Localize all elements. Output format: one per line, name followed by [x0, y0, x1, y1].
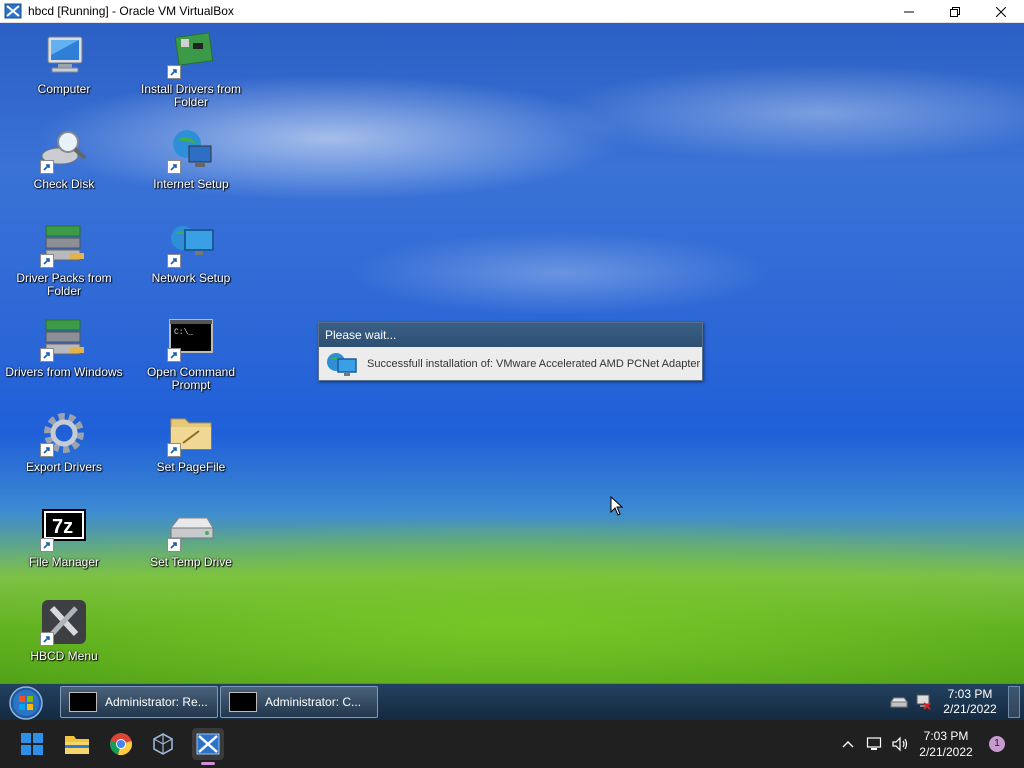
minimize-icon — [904, 11, 914, 12]
taskbar-button-label: Administrator: C... — [265, 695, 362, 709]
shortcut-arrow-icon — [167, 254, 181, 268]
window-controls — [886, 0, 1024, 23]
desktop-icon-internet-setup[interactable]: Internet Setup — [132, 126, 250, 191]
computer-icon — [47, 36, 83, 73]
guest-desktop: Computer Check Disk Driver Packs from Fo… — [0, 23, 1024, 683]
desktop-icon-check-disk[interactable]: Check Disk — [5, 126, 123, 191]
desktop-icon-open-command-prompt[interactable]: C:\_ Open Command Prompt — [132, 314, 250, 392]
desktop-icon-label: Driver Packs from Folder — [16, 271, 112, 298]
guest-date: 2/21/2022 — [943, 702, 997, 716]
window-title: hbcd [Running] - Oracle VM VirtualBox — [28, 4, 234, 18]
desktop-icon-label: Computer — [37, 82, 91, 96]
dialog-body: Successfull installation of: VMware Acce… — [319, 347, 702, 380]
taskbar-button-admin-re[interactable]: Administrator: Re... — [60, 686, 218, 718]
active-app-indicator — [201, 762, 215, 765]
shortcut-arrow-icon — [40, 443, 54, 457]
host-taskbar: 7:03 PM 2/21/2022 1 — [0, 720, 1024, 768]
command-prompt-icon — [229, 692, 257, 712]
minimize-button[interactable] — [886, 0, 932, 23]
dialog-title: Please wait... — [319, 323, 702, 347]
please-wait-dialog: Please wait... Successfull installation … — [318, 322, 703, 381]
desktop-icon-drivers-from-windows[interactable]: Drivers from Windows — [5, 314, 123, 379]
desktop-icon-set-temp-drive[interactable]: Set Temp Drive — [132, 504, 250, 569]
command-prompt-icon — [69, 692, 97, 712]
window-titlebar: hbcd [Running] - Oracle VM VirtualBox — [0, 0, 1024, 23]
host-clock[interactable]: 7:03 PM 2/21/2022 — [914, 728, 978, 760]
close-button[interactable] — [978, 0, 1024, 23]
shortcut-arrow-icon — [40, 254, 54, 268]
virtualbox-vm-button[interactable] — [192, 728, 224, 760]
shortcut-arrow-icon — [167, 348, 181, 362]
shortcut-arrow-icon — [167, 65, 181, 79]
restore-button[interactable] — [932, 0, 978, 23]
shortcut-arrow-icon — [167, 538, 181, 552]
shortcut-arrow-icon — [40, 632, 54, 646]
file-explorer-icon — [65, 736, 89, 754]
notification-badge[interactable]: 1 — [989, 736, 1005, 752]
desktop-icon-label: HBCD Menu — [30, 649, 98, 663]
windows-start-icon — [21, 733, 43, 755]
mouse-cursor-icon — [610, 496, 624, 516]
desktop-icon-file-manager[interactable]: 7z File Manager — [5, 504, 123, 569]
host-time: 7:03 PM — [923, 729, 969, 743]
close-icon — [996, 6, 1006, 17]
desktop-icon-network-setup[interactable]: Network Setup — [132, 220, 250, 285]
show-desktop-button[interactable] — [1008, 686, 1020, 718]
desktop-icon-set-pagefile[interactable]: Set PageFile — [132, 409, 250, 474]
shortcut-arrow-icon — [40, 160, 54, 174]
desktop-icon-label: Install Drivers from Folder — [140, 82, 241, 109]
file-explorer-button[interactable] — [61, 728, 93, 760]
shortcut-arrow-icon — [167, 443, 181, 457]
chevron-up-icon[interactable] — [841, 737, 855, 751]
svg-text:C:\_: C:\_ — [174, 328, 193, 337]
network-icon[interactable] — [866, 735, 884, 753]
desktop-icon-driver-packs[interactable]: Driver Packs from Folder — [5, 220, 123, 298]
virtualbox-icon — [4, 3, 22, 19]
desktop-icon-label: Set Temp Drive — [150, 555, 232, 569]
desktop-icon-label: Open Command Prompt — [146, 365, 236, 392]
taskbar-button-admin-c[interactable]: Administrator: C... — [220, 686, 378, 718]
windows-start-button[interactable] — [16, 728, 48, 760]
desktop-icon-computer[interactable]: Computer — [5, 31, 123, 96]
drive-icon[interactable] — [890, 695, 908, 709]
start-orb-icon[interactable] — [8, 685, 44, 721]
desktop-icon-label: Check Disk — [33, 177, 95, 191]
desktop-icon-hbcd-menu[interactable]: HBCD Menu — [5, 598, 123, 663]
virtualbox-button[interactable] — [147, 728, 179, 760]
chrome-button[interactable] — [105, 728, 137, 760]
desktop-icon-label: Network Setup — [151, 271, 231, 285]
chrome-icon — [110, 733, 132, 755]
shortcut-arrow-icon — [40, 538, 54, 552]
virtualbox-icon — [153, 733, 173, 755]
taskbar-button-label: Administrator: Re... — [105, 695, 208, 709]
network-disconnected-icon[interactable] — [914, 693, 932, 711]
desktop-icon-install-drivers[interactable]: Install Drivers from Folder — [132, 31, 250, 109]
volume-icon[interactable] — [891, 735, 909, 753]
virtualbox-vm-icon — [196, 733, 220, 755]
restore-icon — [950, 6, 960, 17]
guest-clock[interactable]: 7:03 PM 2/21/2022 — [940, 687, 1000, 717]
network-adapter-icon — [327, 352, 357, 376]
svg-text:7z: 7z — [52, 516, 73, 538]
desktop-icon-label: File Manager — [28, 555, 100, 569]
guest-time: 7:03 PM — [947, 687, 993, 701]
host-date: 2/21/2022 — [919, 745, 973, 759]
shortcut-arrow-icon — [167, 160, 181, 174]
desktop-icon-label: Internet Setup — [153, 177, 229, 191]
shortcut-arrow-icon — [40, 348, 54, 362]
guest-taskbar: Administrator: Re... Administrator: C...… — [0, 683, 1024, 720]
desktop-icon-export-drivers[interactable]: Export Drivers — [5, 409, 123, 474]
desktop-icon-label: Drivers from Windows — [5, 365, 123, 379]
desktop-icon-label: Set PageFile — [156, 460, 226, 474]
desktop-icon-label: Export Drivers — [25, 460, 102, 474]
dialog-message: Successfull installation of: VMware Acce… — [367, 357, 701, 370]
